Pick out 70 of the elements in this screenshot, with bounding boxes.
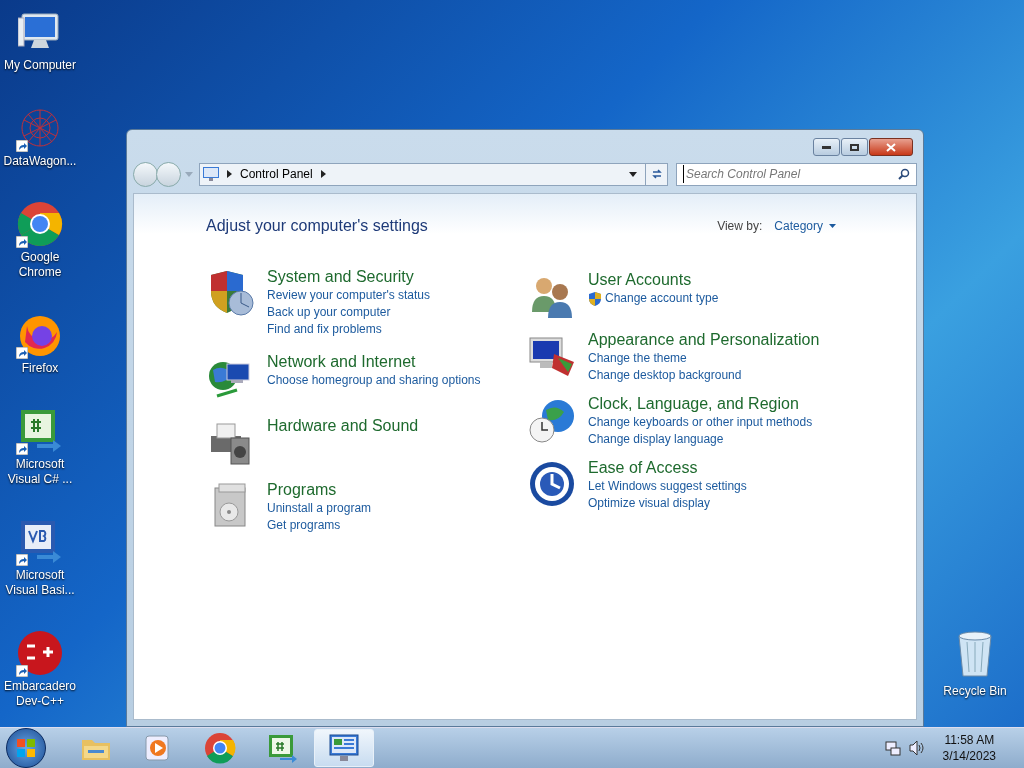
- task-link[interactable]: Uninstall a program: [267, 500, 372, 517]
- refresh-icon: [650, 168, 663, 180]
- category-title-link[interactable]: Ease of Access: [588, 458, 747, 478]
- search-icon: [898, 168, 910, 180]
- windows-logo-icon: [16, 738, 36, 758]
- dropdown-arrow-icon: [185, 171, 193, 177]
- chrome-icon: [204, 732, 236, 764]
- address-bar[interactable]: Control Panel: [199, 162, 668, 186]
- code-file-icon: [266, 732, 298, 764]
- desktop-icon-label[interactable]: DataWagon...: [3, 154, 77, 169]
- desktop-icon-label[interactable]: Firefox: [21, 361, 59, 376]
- shortcut-arrow-icon: [16, 665, 28, 677]
- chevron-right-icon: [227, 170, 232, 178]
- task-link[interactable]: Change desktop background: [588, 367, 742, 384]
- shortcut-arrow-icon: [16, 140, 28, 152]
- control-panel-icon: [203, 167, 219, 181]
- shortcut-arrow-icon: [16, 347, 28, 359]
- dropdown-arrow-icon: [629, 171, 637, 177]
- task-link[interactable]: Let Windows suggest settings: [588, 478, 747, 495]
- page-heading: Adjust your computer's settings: [206, 216, 428, 236]
- view-by-label: View by:: [717, 218, 763, 235]
- task-link[interactable]: Change display language: [588, 431, 724, 448]
- clock-time[interactable]: 11:58 AM: [944, 732, 995, 748]
- search-field[interactable]: Search Control Panel: [676, 162, 917, 186]
- category-title-link[interactable]: System and Security: [267, 267, 431, 287]
- task-link[interactable]: Change keyboards or other input methods: [588, 414, 813, 431]
- desktop-icon-label[interactable]: Microsoft Visual C# ...: [0, 457, 80, 487]
- category-title-link[interactable]: Hardware and Sound: [267, 416, 419, 436]
- maximize-button[interactable]: [841, 138, 868, 156]
- control-panel-icon: [328, 732, 360, 764]
- category-title-link[interactable]: Clock, Language, and Region: [588, 394, 813, 414]
- view-by-dropdown[interactable]: Category: [774, 217, 836, 235]
- dropdown-arrow-icon: [829, 224, 836, 228]
- forward-button[interactable]: [156, 161, 181, 187]
- dev-logo-icon: [17, 630, 63, 676]
- network-icon: [884, 740, 901, 756]
- breadcrumb-item[interactable]: Control Panel: [240, 165, 313, 183]
- task-link[interactable]: Optimize visual display: [588, 495, 711, 512]
- task-link[interactable]: Review your computer's status: [267, 287, 431, 304]
- trash-bin-icon: [955, 630, 995, 678]
- task-link[interactable]: Back up your computer: [267, 304, 391, 321]
- desktop-icon-label[interactable]: Google Chrome: [0, 250, 80, 280]
- back-button[interactable]: [133, 161, 158, 187]
- minimize-button[interactable]: [813, 138, 840, 156]
- task-link[interactable]: Change account type: [605, 290, 719, 307]
- shortcut-arrow-icon: [16, 443, 28, 455]
- desktop-icon-label[interactable]: My Computer: [4, 58, 76, 73]
- shield-icon: [588, 291, 602, 306]
- task-link[interactable]: Find and fix problems: [267, 321, 382, 338]
- category-title-link[interactable]: Appearance and Personalization: [588, 330, 820, 350]
- start-button[interactable]: [6, 728, 46, 768]
- category-title-link[interactable]: User Accounts: [588, 270, 719, 290]
- desktop-icon-label[interactable]: Embarcadero Dev-C++: [0, 679, 80, 709]
- desktop-icon-label[interactable]: Microsoft Visual Basi...: [0, 568, 80, 598]
- network-web-icon: [18, 106, 62, 150]
- task-link[interactable]: Choose homegroup and sharing options: [267, 372, 481, 389]
- chevron-right-icon: [320, 170, 326, 178]
- chrome-icon: [17, 201, 63, 247]
- desktop-icon-label[interactable]: Recycle Bin: [943, 682, 1007, 700]
- close-button[interactable]: [869, 138, 913, 156]
- shortcut-arrow-icon: [16, 236, 28, 248]
- category-title-link[interactable]: Programs: [267, 480, 372, 500]
- category-title-link[interactable]: Network and Internet: [267, 352, 481, 372]
- task-link[interactable]: Get programs: [267, 517, 341, 534]
- taskbar-app-button[interactable]: [314, 729, 374, 767]
- task-link[interactable]: Change the theme: [588, 350, 687, 367]
- close-icon: [886, 142, 896, 152]
- shortcut-arrow-icon: [16, 554, 28, 566]
- clock-date[interactable]: 3/14/2023: [942, 748, 996, 764]
- speaker-icon: [908, 740, 925, 756]
